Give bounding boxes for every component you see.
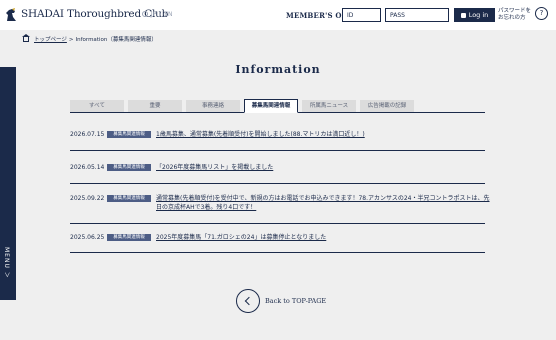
tab-all[interactable]: すべて bbox=[70, 100, 124, 112]
password-input[interactable]: PASS bbox=[385, 8, 449, 22]
news-link[interactable]: 1歳馬募集、通常募集(先着順受付)を開始しました(88.マトリカは満口近し！) bbox=[156, 130, 491, 139]
category-tabs: すべて 重要 事務連絡 募集馬関連情報 所属馬ニュース 広告掲載の記録 bbox=[70, 99, 485, 113]
lang-separator: / bbox=[159, 11, 162, 18]
lang-jp-link[interactable]: JP bbox=[151, 11, 156, 18]
page-title: Information bbox=[235, 63, 321, 76]
news-item: 2025.06.25 募集馬関連情報 2025年度募集馬「71.ガロシェの24」… bbox=[70, 230, 485, 253]
news-category-badge: 募集馬関連情報 bbox=[107, 234, 151, 241]
site-header: SHADAI Thoroughbred Club JP / EN MEMBER'… bbox=[0, 0, 556, 30]
side-menu-label: MENU ＞ bbox=[3, 247, 10, 279]
news-date: 2026.05.14 bbox=[70, 164, 105, 171]
id-input[interactable]: ID bbox=[342, 8, 381, 22]
news-category-badge: 募集馬関連情報 bbox=[107, 131, 151, 138]
globe-icon bbox=[142, 11, 148, 17]
tab-important[interactable]: 重要 bbox=[128, 100, 182, 112]
lock-icon bbox=[460, 12, 466, 18]
news-date: 2025.09.22 bbox=[70, 195, 105, 202]
home-icon bbox=[22, 33, 30, 42]
login-label: Log in bbox=[468, 11, 489, 19]
news-date: 2025.06.25 bbox=[70, 234, 105, 241]
tab-horse-news[interactable]: 所属馬ニュース bbox=[302, 100, 356, 112]
breadcrumb-current: Information（募集馬関連情報） bbox=[75, 37, 157, 43]
chevron-left-icon[interactable] bbox=[236, 289, 260, 313]
login-button[interactable]: Log in bbox=[454, 8, 495, 22]
breadcrumb-top-link[interactable]: トップページ bbox=[34, 37, 67, 43]
language-switcher: JP / EN bbox=[142, 11, 172, 18]
side-menu-tab[interactable]: MENU ＞ bbox=[0, 67, 16, 300]
news-item: 2026.05.14 募集馬関連情報 「2026年度募集馬リスト」を掲載しました bbox=[70, 158, 485, 184]
tab-recruitment-info[interactable]: 募集馬関連情報 bbox=[244, 99, 298, 113]
news-category-badge: 募集馬関連情報 bbox=[107, 195, 151, 202]
tab-office-notice[interactable]: 事務連絡 bbox=[186, 100, 240, 112]
horse-logo-icon[interactable] bbox=[4, 8, 18, 22]
forgot-line-1: パスワードを bbox=[498, 8, 532, 14]
breadcrumb: トップページ > Information（募集馬関連情報） bbox=[22, 33, 157, 43]
news-link[interactable]: 「2026年度募集馬リスト」を掲載しました bbox=[156, 163, 491, 172]
news-link[interactable]: 2025年度募集馬「71.ガロシェの24」は募集停止となりました bbox=[156, 233, 491, 242]
help-icon[interactable]: ? bbox=[535, 7, 548, 20]
news-date: 2026.07.15 bbox=[70, 131, 105, 138]
breadcrumb-separator: > bbox=[68, 37, 74, 43]
news-item: 2025.09.22 募集馬関連情報 通常募集(先着順受付)を受付中で、新規の方… bbox=[70, 190, 490, 224]
forgot-password-link[interactable]: パスワードを お忘れの方 bbox=[498, 8, 536, 22]
back-to-top-label[interactable]: Back to TOP-PAGE bbox=[265, 297, 326, 305]
news-category-badge: 募集馬関連情報 bbox=[107, 164, 151, 171]
lang-en-link[interactable]: EN bbox=[164, 11, 172, 18]
news-link[interactable]: 通常募集(先着順受付)を受付中で、新規の方はお電話でお申込みできます！78.アカ… bbox=[156, 194, 491, 212]
news-item: 2026.07.15 募集馬関連情報 1歳馬募集、通常募集(先着順受付)を開始し… bbox=[70, 126, 485, 151]
tab-ad-records[interactable]: 広告掲載の記録 bbox=[360, 100, 414, 112]
forgot-line-2: お忘れの方 bbox=[498, 15, 526, 21]
